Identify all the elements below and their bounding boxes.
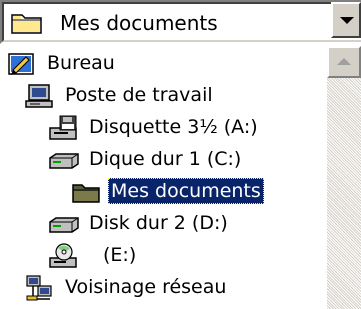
combo-selected-value: Mes documents (60, 11, 218, 35)
folder-icon (10, 11, 44, 35)
tree-item-label: Mes documents (108, 178, 264, 204)
floppy-drive-icon (48, 114, 80, 142)
folder-tree: Bureau Poste de travail Disquette 3½ (A:… (0, 46, 361, 309)
tree-item-label: Dique dur 1 (C:) (89, 148, 242, 170)
tree-item-label: Disquette 3½ (A:) (89, 116, 258, 138)
tree-item-label: Voisinage réseau (65, 276, 227, 298)
tree-item-label: Bureau (47, 52, 115, 74)
chevron-up-icon (337, 58, 351, 65)
chevron-down-icon (340, 17, 354, 24)
location-combobox[interactable]: Mes documents (0, 0, 361, 44)
hard-drive-icon (48, 146, 80, 174)
hard-drive-icon (48, 210, 80, 238)
tree-item-label: Poste de travail (65, 84, 213, 106)
tree-item-label: (E:) (103, 244, 137, 266)
scroll-up-button[interactable] (327, 46, 361, 78)
network-icon (24, 274, 56, 302)
computer-icon (24, 82, 56, 110)
folder-icon (70, 178, 102, 206)
tree-item-label: Disk dur 2 (D:) (89, 212, 228, 234)
cd-drive-icon (48, 242, 80, 270)
dropdown-button[interactable] (331, 2, 361, 38)
desktop-icon (6, 50, 38, 78)
combo-field: Mes documents (2, 2, 361, 42)
folder-picker: Mes documents Bureau Poste de travail Di… (0, 0, 361, 309)
vertical-scrollbar[interactable] (327, 46, 361, 309)
